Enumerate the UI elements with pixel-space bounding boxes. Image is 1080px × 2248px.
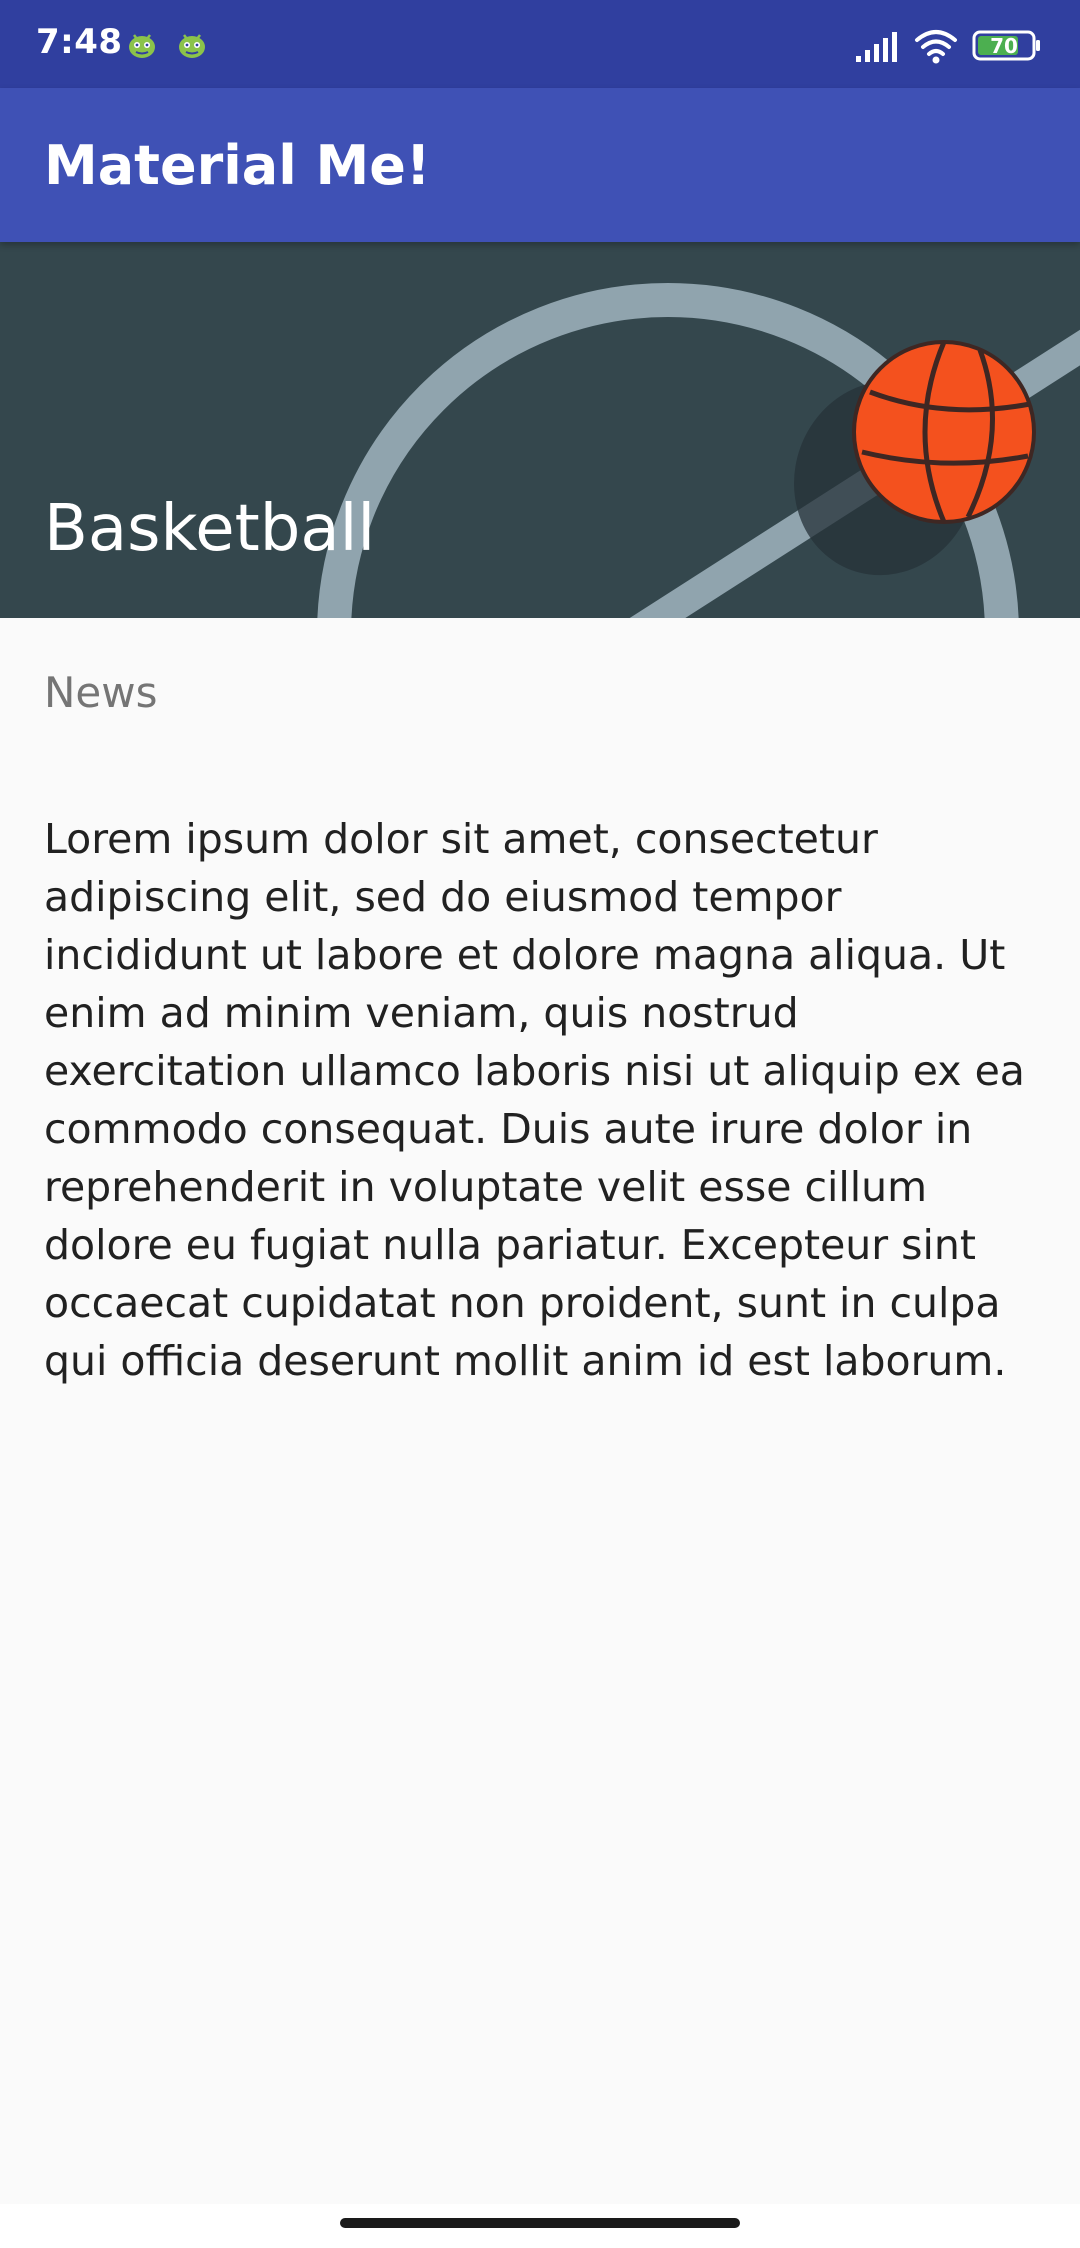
body-text: Lorem ipsum dolor sit amet, consectetur … xyxy=(44,815,1025,1385)
battery-icon: 70 xyxy=(972,30,1042,67)
detail-screen: 7:48 70 Material Me! Basketball News Lor… xyxy=(0,0,1080,2248)
android-debug-icon xyxy=(176,30,208,65)
status-time: 7:48 xyxy=(36,22,123,62)
app-bar: Material Me! xyxy=(0,88,1080,242)
subtitle: News xyxy=(44,668,158,717)
android-debug-icon xyxy=(126,30,158,65)
navigation-bar xyxy=(0,2204,1080,2248)
sport-header-image: Basketball xyxy=(0,242,1080,618)
wifi-icon xyxy=(914,28,958,69)
home-indicator[interactable] xyxy=(340,2218,740,2228)
signal-icon xyxy=(856,32,900,69)
basketball-icon xyxy=(852,340,1036,524)
header-title: Basketball xyxy=(44,492,376,566)
status-bar: 7:48 70 xyxy=(0,0,1080,88)
app-title: Material Me! xyxy=(44,134,431,197)
battery-level-text: 70 xyxy=(990,34,1018,58)
